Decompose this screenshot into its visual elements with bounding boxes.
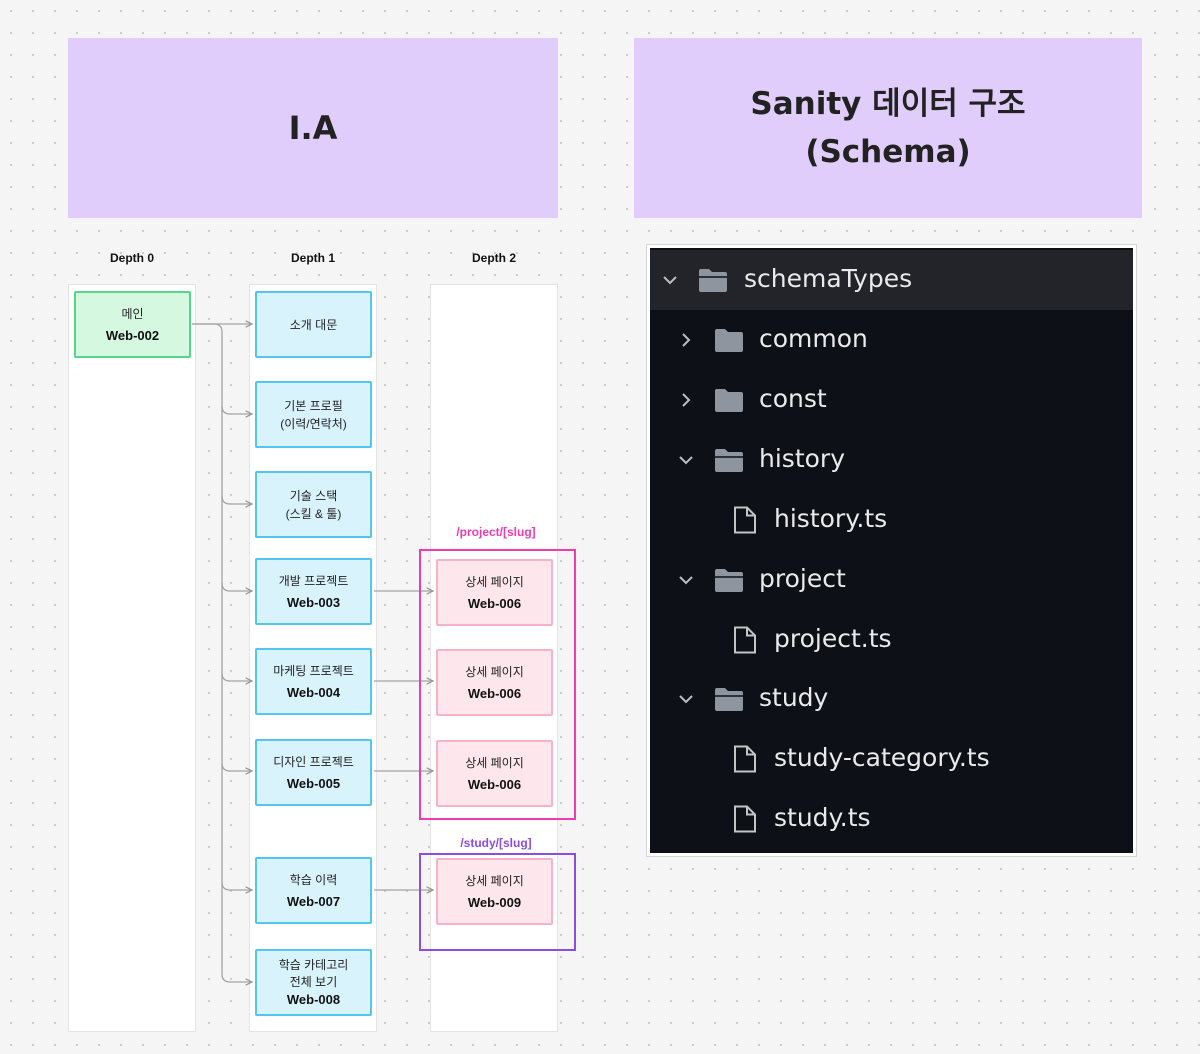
node-marketing-label: 마케팅 프로젝트 (273, 663, 354, 678)
arrow-dev (221, 582, 252, 591)
node-marketing-code: Web-004 (286, 684, 341, 700)
node-intro: 소개 대문 (255, 291, 372, 358)
arrow-stack (221, 495, 252, 504)
tree-row-study-category-ts[interactable]: study-category.ts (650, 729, 1133, 789)
node-detail-study-code: Web-009 (467, 894, 522, 910)
route-label-project: /project/[slug] (456, 525, 536, 539)
node-study-category: 학습 카테고리 전체 보기 Web-008 (255, 949, 372, 1016)
chevron-down-icon (679, 576, 693, 585)
node-detail-study-label: 상세 페이지 (465, 873, 524, 888)
arrow-study (221, 881, 252, 890)
folder-open-icon (715, 449, 743, 472)
node-study-label: 학습 이력 (289, 872, 338, 887)
tree-row-common[interactable]: common (650, 310, 1133, 370)
node-dev-code: Web-003 (286, 594, 341, 610)
tree-label-project: project (759, 564, 846, 593)
node-detail-marketing-code: Web-006 (467, 685, 522, 701)
arrow-design (221, 762, 252, 771)
node-detail-design-label: 상세 페이지 (465, 755, 524, 770)
tree-label-history-ts: history.ts (774, 504, 888, 533)
arrow-profile (221, 405, 252, 414)
node-detail-design-code: Web-006 (467, 776, 522, 792)
node-detail-dev-code: Web-006 (467, 595, 522, 611)
tree-label-project-ts: project.ts (774, 624, 892, 653)
node-main-code: Web-002 (105, 327, 160, 343)
node-main-label: 메인 (121, 306, 144, 321)
folder-icon (715, 389, 743, 412)
folder-icon (715, 329, 743, 352)
node-category-label: 학습 카테고리 (278, 958, 349, 972)
node-category-label2: 전체 보기 (289, 975, 338, 989)
node-detail-design: 상세 페이지 Web-006 (436, 740, 553, 807)
folder-open-icon (699, 269, 727, 292)
node-profile: 기본 프로필 (이력/연락처) (255, 381, 372, 448)
node-stack: 기술 스택 (스킬 & 툴) (255, 471, 372, 538)
chevron-right-icon (682, 333, 691, 347)
tree-row-study-ts[interactable]: study.ts (650, 789, 1133, 849)
tree-label-schematypes: schemaTypes (744, 264, 913, 293)
file-icon (734, 805, 756, 833)
tree-label-study-category-ts: study-category.ts (774, 743, 990, 772)
node-detail-marketing-label: 상세 페이지 (465, 664, 524, 679)
chevron-down-icon (679, 695, 693, 704)
node-category-code: Web-008 (286, 992, 341, 1007)
node-profile-label: 기본 프로필 (284, 398, 343, 413)
tree-row-project[interactable]: project (650, 550, 1133, 610)
chevron-right-icon (682, 393, 691, 407)
node-detail-study: 상세 페이지 Web-009 (436, 858, 553, 925)
node-design-label: 디자인 프로젝트 (273, 754, 354, 769)
node-study-code: Web-007 (286, 893, 341, 909)
file-icon (734, 745, 756, 773)
tree-row-history-ts[interactable]: history.ts (650, 490, 1133, 550)
route-label-study: /study/[slug] (460, 836, 532, 850)
chevron-down-icon (679, 456, 693, 465)
node-design-project: 디자인 프로젝트 Web-005 (255, 739, 372, 806)
node-profile-label2: (이력/연락처) (280, 416, 347, 431)
tree-label-common: common (759, 324, 868, 353)
node-study-history: 학습 이력 Web-007 (255, 857, 372, 924)
tree-label-study-ts: study.ts (774, 803, 871, 832)
tree-row-const[interactable]: const (650, 370, 1133, 430)
tree-row-schematypes[interactable]: schemaTypes (650, 250, 1133, 310)
schema-file-tree: schemaTypes common const history history… (647, 245, 1136, 856)
node-detail-marketing: 상세 페이지 Web-006 (436, 649, 553, 716)
trunk-line (192, 323, 231, 983)
tree-row-study[interactable]: study (650, 669, 1133, 729)
arrow-marketing (221, 672, 252, 681)
node-stack-label2: (스킬 & 툴) (285, 506, 342, 521)
tree-label-history: history (759, 444, 845, 473)
node-detail-dev: 상세 페이지 Web-006 (436, 559, 553, 626)
tree-label-study: study (759, 683, 829, 712)
folder-open-icon (715, 688, 743, 711)
node-stack-label: 기술 스택 (289, 488, 338, 503)
tree-row-project-ts[interactable]: project.ts (650, 610, 1133, 670)
node-marketing-project: 마케팅 프로젝트 Web-004 (255, 648, 372, 715)
node-intro-label: 소개 대문 (289, 317, 338, 332)
folder-open-icon (715, 569, 743, 592)
node-main: 메인 Web-002 (74, 291, 191, 358)
tree-row-history[interactable]: history (650, 430, 1133, 490)
chevron-down-icon (663, 276, 677, 285)
node-dev-project: 개발 프로젝트 Web-003 (255, 558, 372, 625)
node-detail-dev-label: 상세 페이지 (465, 574, 524, 589)
node-dev-label: 개발 프로젝트 (278, 573, 349, 588)
file-icon (734, 506, 756, 534)
file-icon (734, 626, 756, 654)
tree-label-const: const (759, 384, 827, 413)
node-design-code: Web-005 (286, 775, 341, 791)
